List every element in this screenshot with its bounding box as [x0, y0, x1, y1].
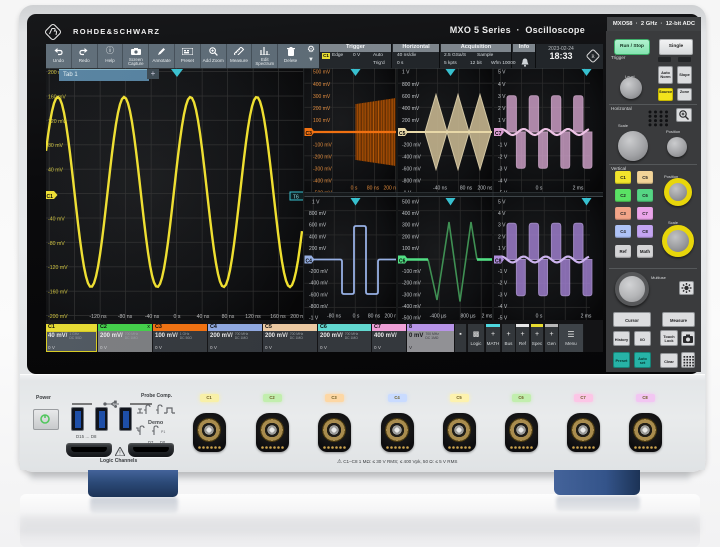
svg-text:200 mV: 200 mV	[313, 106, 331, 112]
svg-text:C7: C7	[495, 131, 502, 137]
svg-text:-80 ns: -80 ns	[327, 314, 341, 320]
svg-text:5 V: 5 V	[498, 200, 506, 206]
svg-text:-600 mV: -600 mV	[402, 167, 422, 173]
svg-text:C3: C3	[306, 131, 313, 137]
svg-text:400 mV: 400 mV	[402, 211, 420, 217]
svg-text:-200 mV: -200 mV	[402, 281, 422, 287]
svg-text:500 mV: 500 mV	[402, 200, 420, 206]
svg-text:-160 mV: -160 mV	[48, 290, 68, 296]
svg-text:-120 mV: -120 mV	[48, 265, 68, 271]
svg-text:1 V: 1 V	[312, 200, 320, 206]
svg-text:0 s: 0 s	[353, 314, 360, 320]
svg-text:C1: C1	[47, 194, 54, 200]
svg-text:4 V: 4 V	[498, 211, 506, 217]
svg-text:-100 mV: -100 mV	[313, 142, 333, 148]
svg-text:600 mV: 600 mV	[402, 94, 420, 100]
svg-text:-800 mV: -800 mV	[309, 304, 329, 310]
svg-text:-40 mV: -40 mV	[48, 216, 65, 222]
svg-text:3 V: 3 V	[498, 223, 506, 229]
svg-text:1 V: 1 V	[498, 246, 506, 252]
svg-text:Demo: Demo	[148, 420, 164, 426]
svg-text:160 mV: 160 mV	[48, 94, 66, 100]
svg-text:-300 mV: -300 mV	[402, 292, 422, 298]
svg-text:400 mV: 400 mV	[402, 106, 420, 112]
svg-text:80 ns: 80 ns	[460, 186, 473, 192]
svg-text:300 mV: 300 mV	[402, 223, 420, 229]
svg-text:-1 V: -1 V	[498, 142, 508, 148]
svg-text:-40 ns: -40 ns	[433, 186, 447, 192]
svg-text:!: !	[119, 451, 121, 457]
svg-text:2 ms: 2 ms	[573, 186, 584, 192]
svg-text:-2 V: -2 V	[498, 281, 508, 287]
svg-text:2 V: 2 V	[498, 234, 506, 240]
svg-text:0 s: 0 s	[351, 186, 358, 192]
svg-text:C6: C6	[399, 259, 406, 265]
svg-text:-3 V: -3 V	[498, 167, 508, 173]
svg-text:-4 V: -4 V	[498, 304, 508, 310]
svg-text:P1: P1	[161, 430, 165, 434]
svg-text:600 mV: 600 mV	[309, 223, 327, 229]
svg-text:0 s: 0 s	[536, 314, 543, 320]
svg-text:5 V: 5 V	[498, 70, 506, 76]
svg-text:-1 V: -1 V	[498, 269, 508, 275]
svg-text:100 mV: 100 mV	[402, 246, 420, 252]
svg-text:2 V: 2 V	[498, 106, 506, 112]
svg-text:-400 mV: -400 mV	[402, 304, 422, 310]
svg-text:C8: C8	[495, 259, 502, 265]
svg-text:-2 V: -2 V	[498, 154, 508, 160]
svg-text:C5: C5	[399, 131, 406, 137]
svg-text:1 V: 1 V	[498, 118, 506, 124]
svg-text:500 mV: 500 mV	[313, 70, 331, 76]
svg-text:120 mV: 120 mV	[48, 119, 66, 125]
svg-text:300 mV: 300 mV	[313, 94, 331, 100]
svg-text:1 V: 1 V	[402, 70, 410, 76]
svg-text:-200 mV: -200 mV	[309, 269, 329, 275]
svg-text:4 V: 4 V	[498, 82, 506, 88]
svg-text:-200 mV: -200 mV	[402, 142, 422, 148]
svg-text:-4 V: -4 V	[498, 179, 508, 185]
svg-text:-300 mV: -300 mV	[313, 167, 333, 173]
svg-text:200 mV: 200 mV	[309, 246, 327, 252]
svg-text:-100 mV: -100 mV	[402, 269, 422, 275]
svg-text:R: R	[591, 55, 595, 60]
svg-text:-400 mV: -400 mV	[313, 179, 333, 185]
svg-text:80 ns: 80 ns	[367, 186, 380, 192]
svg-text:-400 mV: -400 mV	[402, 154, 422, 160]
svg-text:200 ns: 200 ns	[477, 186, 493, 192]
svg-text:800 mV: 800 mV	[309, 211, 327, 217]
svg-text:40 mV: 40 mV	[48, 168, 64, 174]
svg-text:0 s: 0 s	[536, 186, 543, 192]
svg-text:200 mV: 200 mV	[402, 234, 420, 240]
svg-text:-800 mV: -800 mV	[402, 179, 422, 185]
svg-text:400 mV: 400 mV	[309, 234, 327, 240]
svg-text:800 mV: 800 mV	[402, 82, 420, 88]
svg-text:200 mV: 200 mV	[402, 118, 420, 124]
svg-text:400 mV: 400 mV	[313, 82, 331, 88]
svg-text:3 V: 3 V	[498, 94, 506, 100]
svg-text:-600 mV: -600 mV	[309, 292, 329, 298]
svg-text:-400 µs: -400 µs	[430, 314, 447, 320]
svg-text:80 ns: 80 ns	[368, 314, 381, 320]
svg-text:80 mV: 80 mV	[48, 143, 64, 149]
svg-text:T6: T6	[293, 195, 299, 201]
svg-text:800 µs: 800 µs	[460, 314, 476, 320]
svg-text:-80 mV: -80 mV	[48, 241, 65, 247]
svg-text:2 ms: 2 ms	[482, 314, 493, 320]
svg-text:-400 mV: -400 mV	[309, 281, 329, 287]
svg-text:100 mV: 100 mV	[313, 118, 331, 124]
svg-text:C4: C4	[306, 259, 313, 265]
svg-text:-3 V: -3 V	[498, 292, 508, 298]
svg-text:-200 mV: -200 mV	[313, 154, 333, 160]
svg-text:2 ms: 2 ms	[581, 314, 592, 320]
